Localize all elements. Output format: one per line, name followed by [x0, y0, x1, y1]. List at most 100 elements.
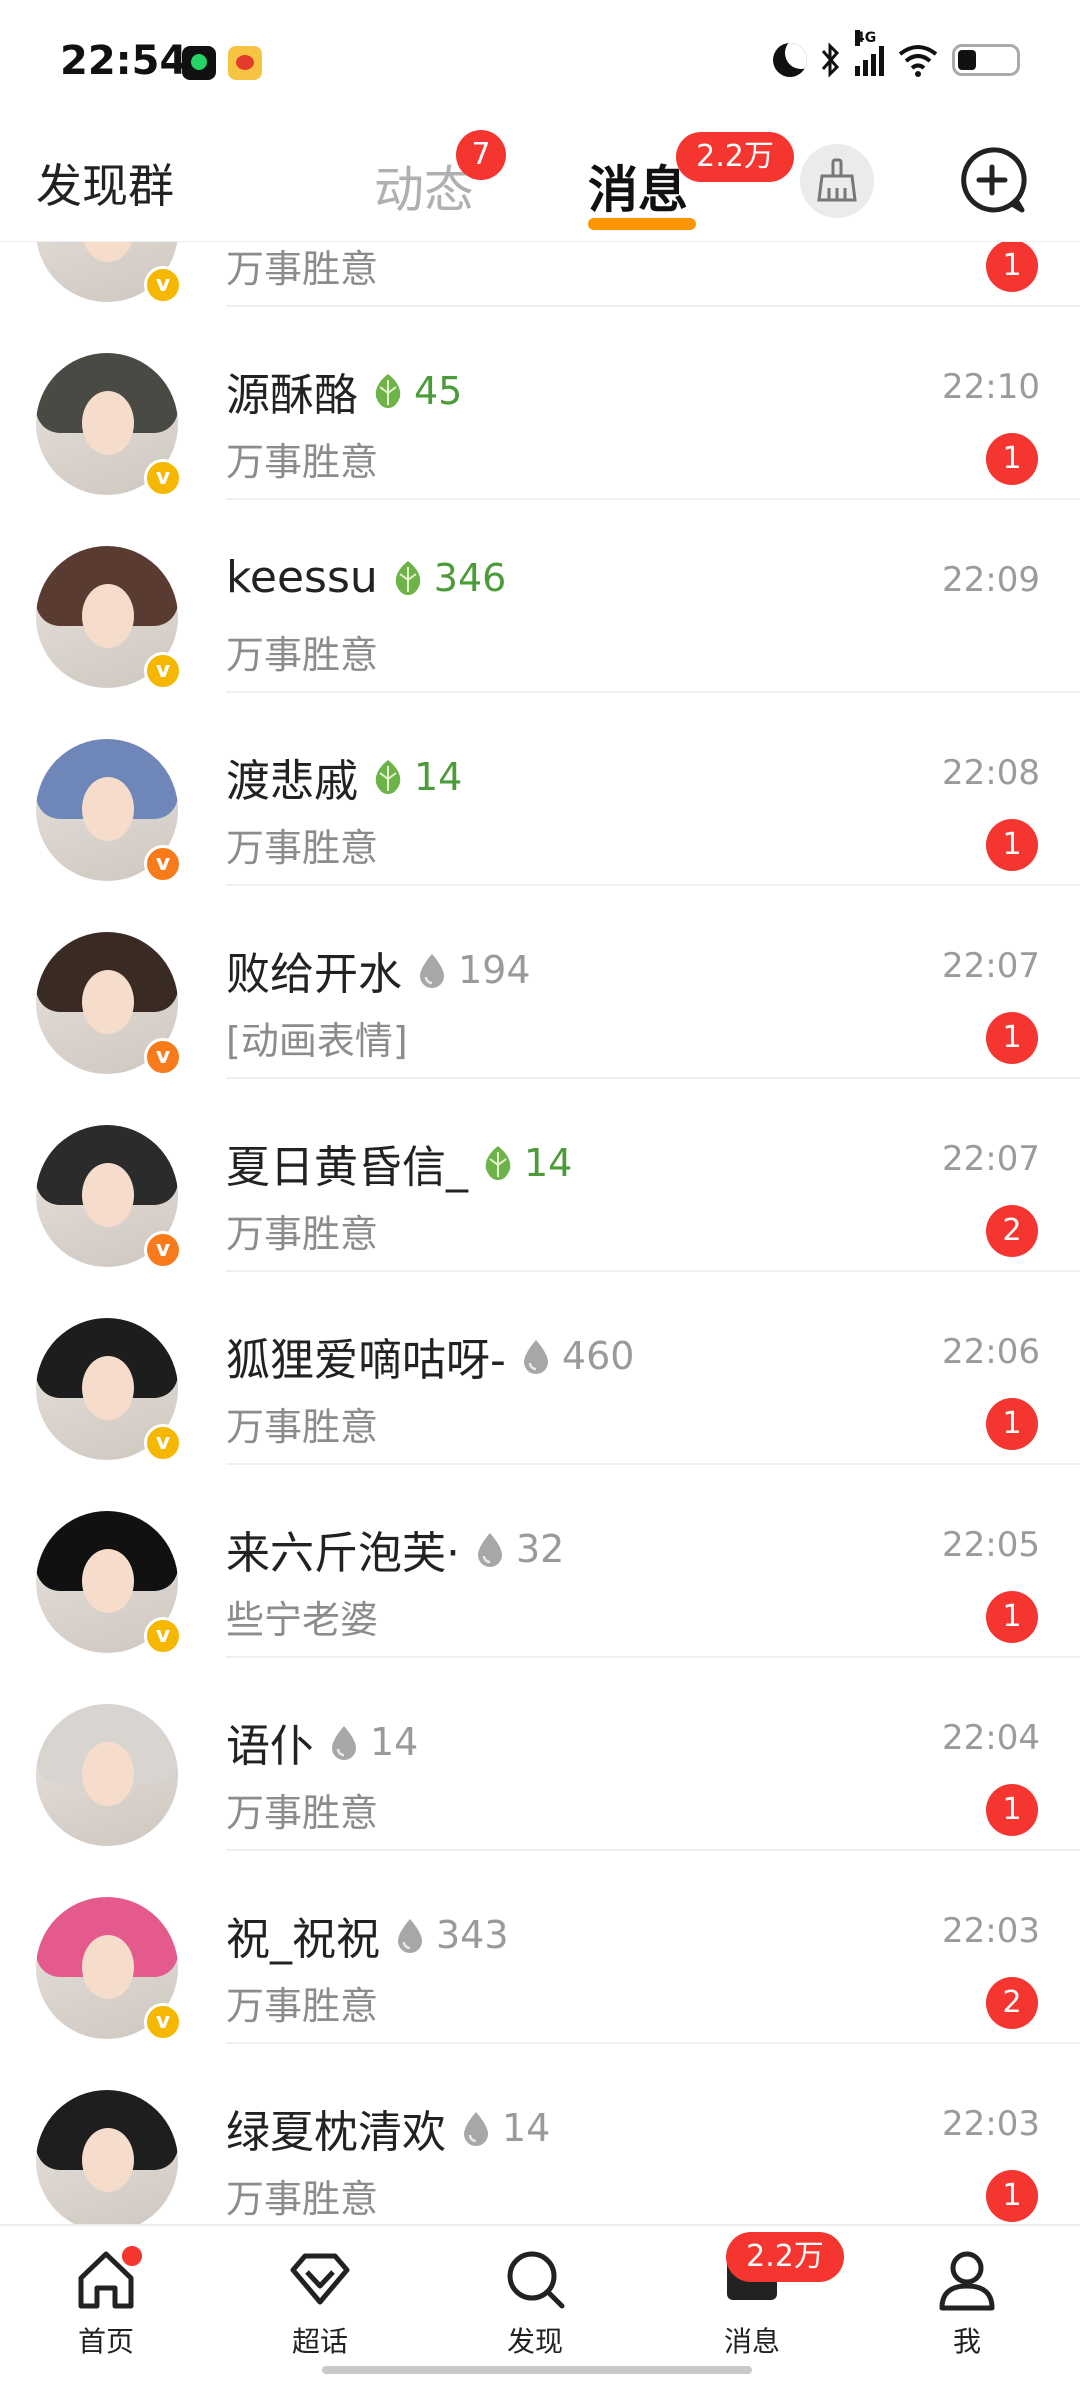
verified-badge-icon: v: [144, 1617, 182, 1655]
tab-super-topic-label: 超话: [291, 2325, 348, 2358]
level-number: 346: [433, 555, 507, 600]
status-indicators: 4G: [773, 30, 1020, 80]
message-time: 22:07: [942, 946, 1040, 986]
conversation-row[interactable]: v祀玫青雨232万事胜意22:111: [0, 242, 1080, 307]
contact-name: 绿夏枕清欢: [226, 2107, 446, 2158]
message-time: 22:09: [942, 560, 1040, 600]
tab-profile[interactable]: 我: [897, 2244, 1037, 2360]
message-time: 22:06: [942, 1332, 1040, 1372]
profile-icon: [939, 2251, 995, 2311]
tab-profile-label: 我: [952, 2325, 981, 2358]
name-line: 语仆 14: [226, 1710, 418, 1774]
message-time: 22:03: [942, 2104, 1040, 2144]
avatar[interactable]: [36, 2090, 178, 2224]
avatar-face-shape: [82, 391, 134, 455]
conversation-row[interactable]: v 渡悲戚 14 万事胜意 22:08 1: [0, 693, 1080, 886]
message-preview: 些宁老婆: [226, 1598, 379, 1642]
conversation-row[interactable]: v keessu 346 万事胜意 22:09: [0, 500, 1080, 693]
contact-name: 祝_祝祝: [226, 1914, 380, 1965]
message-preview: 万事胜意: [226, 633, 379, 677]
message-preview: 万事胜意: [226, 1984, 379, 2028]
conversation-row[interactable]: 语仆 14 万事胜意 22:04 1: [0, 1658, 1080, 1851]
conversation-row[interactable]: v 败给开水 194 [动画表情] 22:07 1: [0, 886, 1080, 1079]
verified-badge-icon: v: [144, 1424, 182, 1462]
home-indicator[interactable]: [322, 2366, 752, 2374]
unread-count-badge: 1: [986, 1398, 1038, 1450]
name-line: 绿夏枕清欢 14: [226, 2096, 550, 2160]
conversation-row[interactable]: v 祝_祝祝 343 万事胜意 22:03 2: [0, 1851, 1080, 2044]
drop-level-icon: [523, 1340, 548, 1374]
conversation-row[interactable]: 绿夏枕清欢 14 万事胜意 22:03 1: [0, 2044, 1080, 2224]
name-line: 源酥酪 45: [226, 359, 462, 423]
level-number: 14: [370, 1720, 419, 1764]
leaf-level-icon: [485, 1146, 511, 1180]
level-number: 14: [524, 1141, 573, 1185]
weibo-notification-icon: [228, 46, 262, 80]
top-navigation: 发现群 动态 7 消息 2.2万: [0, 120, 1080, 242]
leaf-level-icon: [375, 374, 401, 408]
conversation-row[interactable]: v 狐狸爱嘀咕呀- 460 万事胜意 22:06 1: [0, 1272, 1080, 1465]
contact-name: 渡悲戚: [226, 756, 358, 807]
verified-badge-icon: v: [144, 1231, 182, 1269]
do-not-disturb-icon: [773, 43, 807, 77]
contact-name: 语仆: [226, 1721, 314, 1772]
leaf-level-icon: [395, 560, 421, 595]
unread-count-badge: 1: [986, 819, 1038, 871]
level-number: 14: [414, 755, 463, 799]
conversation-row[interactable]: v 来六斤泡芙· 32 些宁老婆 22:05 1: [0, 1465, 1080, 1658]
tab-discover[interactable]: 发现: [465, 2244, 605, 2360]
tab-home[interactable]: 首页: [36, 2244, 176, 2360]
tab-messages-bottom-label: 消息: [723, 2325, 780, 2358]
contact-name: 狐狸爱嘀咕呀-: [226, 1335, 506, 1386]
tab-home-label: 首页: [77, 2325, 134, 2358]
message-preview: 万事胜意: [226, 1405, 379, 1449]
avatar[interactable]: [36, 1704, 178, 1846]
message-preview: 万事胜意: [226, 440, 379, 484]
verified-badge-icon: v: [144, 845, 182, 883]
name-line: 狐狸爱嘀咕呀- 460: [226, 1324, 634, 1388]
name-line: 来六斤泡芙· 32: [226, 1517, 564, 1581]
diamond-icon: [290, 2253, 350, 2305]
unread-count-badge: 1: [986, 2170, 1038, 2222]
message-preview: 万事胜意: [226, 1791, 379, 1835]
name-line: 渡悲戚 14: [226, 745, 462, 809]
broom-icon: [817, 158, 857, 202]
tab-messages[interactable]: 消息: [588, 150, 696, 230]
conversation-row[interactable]: v 源酥酪 45 万事胜意 22:10 1: [0, 307, 1080, 500]
verified-badge-icon: v: [144, 459, 182, 497]
search-icon: [507, 2251, 565, 2309]
new-chat-button[interactable]: [954, 142, 1030, 218]
contact-name: 败给开水: [226, 949, 402, 1000]
clear-unread-button[interactable]: [800, 144, 874, 218]
unread-count-badge: 1: [986, 1012, 1038, 1064]
wifi-icon: [898, 45, 938, 77]
status-bar: 22:54 4G: [0, 0, 1080, 120]
unread-count-badge: 1: [986, 242, 1038, 292]
level-number: 14: [502, 2106, 551, 2150]
name-line: 败给开水 194: [226, 938, 531, 1002]
avatar-face-shape: [82, 1356, 134, 1420]
messages-badge: 2.2万: [676, 132, 794, 182]
avatar-face-shape: [82, 1742, 134, 1806]
avatar-face-shape: [82, 1163, 134, 1227]
tab-super-topic[interactable]: 超话: [250, 2244, 390, 2360]
unread-count-badge: 1: [986, 1591, 1038, 1643]
message-preview: [动画表情]: [226, 1019, 408, 1063]
contact-name: 夏日黄昏信_: [226, 1142, 468, 1193]
conversation-list[interactable]: v祀玫青雨232万事胜意22:111v源酥酪45万事胜意22:101vkeess…: [0, 242, 1080, 2224]
unread-count-badge: 2: [986, 1205, 1038, 1257]
message-time: 22:05: [942, 1525, 1040, 1565]
conversation-row[interactable]: v 夏日黄昏信_ 14 万事胜意 22:07 2: [0, 1079, 1080, 1272]
verified-badge-icon: v: [144, 266, 182, 304]
contact-name: 源酥酪: [226, 370, 358, 421]
name-line: keessu 346: [226, 552, 506, 603]
active-tab-underline: [588, 218, 696, 230]
avatar-face-shape: [82, 970, 134, 1034]
level-number: 460: [561, 1334, 635, 1378]
message-preview: 万事胜意: [226, 247, 379, 291]
unread-count-badge: 1: [986, 1784, 1038, 1836]
level-number: 343: [436, 1913, 509, 1957]
message-time: 22:04: [942, 1718, 1040, 1758]
discover-groups-button[interactable]: 发现群: [36, 150, 174, 216]
message-time: 22:07: [942, 1139, 1040, 1179]
